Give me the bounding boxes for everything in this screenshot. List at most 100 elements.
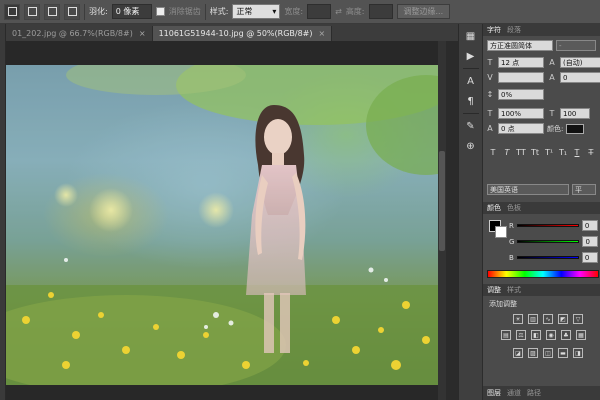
color-balance-icon[interactable]: ⚖ xyxy=(516,330,526,340)
tab-styles[interactable]: 样式 xyxy=(507,285,521,295)
color-spectrum[interactable] xyxy=(487,270,599,278)
channel-r-slider[interactable] xyxy=(516,224,579,227)
scale-h-icon: T xyxy=(549,109,555,118)
channel-g-input[interactable]: 0 xyxy=(582,236,599,247)
close-icon[interactable]: × xyxy=(139,29,146,38)
document-tab-label: 01_202.jpg @ 66.7%(RGB/8#) xyxy=(12,29,133,38)
gradient-map-icon[interactable]: ▬ xyxy=(558,348,568,358)
antialias-label: 消除锯齿 xyxy=(168,7,201,16)
paragraph-icon[interactable]: ¶ xyxy=(463,93,479,109)
document-tab-2[interactable]: 11061G51944-10.jpg @ 50%(RGB/8#) × xyxy=(152,26,333,41)
channel-b-label: B xyxy=(509,253,514,262)
vertical-scale-percent-input[interactable]: 0% xyxy=(498,89,544,100)
clone-source-icon[interactable]: ⊕ xyxy=(463,138,479,154)
color-lookup-icon[interactable]: ▦ xyxy=(576,330,586,340)
intersect-selection-icon xyxy=(67,7,77,16)
canvas-area[interactable] xyxy=(6,41,446,400)
vertical-scale-icon: ↕ xyxy=(486,90,494,99)
leading-input[interactable]: (自动) xyxy=(560,57,600,68)
character-icon[interactable]: A xyxy=(463,73,479,89)
style-select[interactable]: 正常 ▾ xyxy=(232,4,281,19)
curves-icon[interactable]: ∿ xyxy=(543,314,553,324)
scale-h-input[interactable]: 100 xyxy=(560,108,590,119)
scrollbar-thumb[interactable] xyxy=(439,151,445,251)
document-tab-1[interactable]: 01_202.jpg @ 66.7%(RGB/8#) × xyxy=(6,26,153,41)
background-color-swatch[interactable] xyxy=(495,226,507,238)
photo-artwork xyxy=(6,65,446,385)
scale-v-input[interactable]: 100% xyxy=(498,108,544,119)
invert-icon[interactable]: ◪ xyxy=(513,348,523,358)
exposure-icon[interactable]: ◩ xyxy=(558,314,568,324)
vibrance-icon[interactable]: ▽ xyxy=(573,314,583,324)
dock-separator xyxy=(462,113,479,114)
selective-color-icon[interactable]: ◨ xyxy=(573,348,583,358)
document-image[interactable] xyxy=(6,65,446,385)
tab-adjustments[interactable]: 调整 xyxy=(487,285,501,295)
intersect-selection-button[interactable] xyxy=(64,3,80,20)
layers-panel-tabs: 图层 通道 路径 xyxy=(483,386,600,400)
channel-g-label: G xyxy=(509,237,515,246)
hue-saturation-icon[interactable]: ▤ xyxy=(501,330,511,340)
height-input[interactable] xyxy=(368,4,393,19)
channel-b-slider[interactable] xyxy=(516,256,579,259)
color-panel-tabs: 颜色 色板 xyxy=(483,202,600,214)
document-tab-label: 11061G51944-10.jpg @ 50%(RGB/8#) xyxy=(158,29,313,38)
tab-paths[interactable]: 路径 xyxy=(527,388,541,398)
tab-channels[interactable]: 通道 xyxy=(507,388,521,398)
faux-italic-button[interactable]: T xyxy=(501,146,513,158)
actions-icon[interactable]: ▶ xyxy=(463,48,479,64)
add-adjustment-title: 添加调整 xyxy=(489,300,517,308)
baseline-input[interactable]: 0 点 xyxy=(498,123,544,134)
kerning-input[interactable] xyxy=(498,72,544,83)
antialias-method-select[interactable]: 平 xyxy=(572,184,596,195)
character-panel-tabs: 字符 段落 xyxy=(483,24,600,36)
history-icon[interactable]: ▦ xyxy=(463,28,479,44)
style-label: 样式: xyxy=(209,7,229,16)
tab-swatches[interactable]: 色板 xyxy=(507,203,521,213)
posterize-icon[interactable]: ▨ xyxy=(528,348,538,358)
channel-r-input[interactable]: 0 xyxy=(581,220,598,231)
refine-edge-button[interactable]: 调整边缘... xyxy=(396,4,451,19)
superscript-button[interactable]: T¹ xyxy=(543,146,555,158)
add-selection-button[interactable] xyxy=(24,3,40,20)
strikethrough-button[interactable]: T̶ xyxy=(585,146,597,158)
options-separator xyxy=(204,3,206,20)
swap-icon[interactable]: ⇄ xyxy=(335,7,342,16)
levels-icon[interactable]: ▥ xyxy=(528,314,538,324)
options-bar: 羽化: 0 像素 消除锯齿 样式: 正常 ▾ 宽度: ⇄ 高度: 调整边缘... xyxy=(0,0,600,24)
all-caps-button[interactable]: TT xyxy=(515,146,527,158)
font-size-input[interactable]: 12 点 xyxy=(498,57,544,68)
font-style-select[interactable]: - xyxy=(556,40,596,51)
tracking-input[interactable]: 0 xyxy=(560,72,600,83)
subtract-selection-button[interactable] xyxy=(44,3,60,20)
feather-label: 羽化: xyxy=(89,7,108,16)
brush-icon[interactable]: ✎ xyxy=(463,118,479,134)
text-color-swatch[interactable] xyxy=(566,123,585,134)
feather-input[interactable]: 0 像素 xyxy=(111,4,152,19)
tab-paragraph[interactable]: 段落 xyxy=(507,25,521,35)
channel-mixer-icon[interactable]: ♣ xyxy=(561,330,571,340)
width-input[interactable] xyxy=(307,4,332,19)
subscript-button[interactable]: T₁ xyxy=(557,146,569,158)
close-icon[interactable]: × xyxy=(319,29,326,38)
tab-character[interactable]: 字符 xyxy=(487,25,501,35)
channel-g-slider[interactable] xyxy=(517,240,580,243)
canvas-vertical-scrollbar[interactable] xyxy=(438,41,446,400)
width-label: 宽度: xyxy=(284,7,304,16)
language-select[interactable]: 美国英语 xyxy=(487,184,569,195)
tab-color[interactable]: 颜色 xyxy=(487,203,501,213)
font-family-select[interactable]: 方正准圆简体 xyxy=(487,40,553,51)
small-caps-button[interactable]: Tt xyxy=(529,146,541,158)
photo-filter-icon[interactable]: ◉ xyxy=(546,330,556,340)
tab-layers[interactable]: 图层 xyxy=(487,388,501,398)
black-white-icon[interactable]: ◧ xyxy=(531,330,541,340)
new-selection-button[interactable] xyxy=(4,3,20,20)
channel-b-input[interactable]: 0 xyxy=(581,252,598,263)
options-separator xyxy=(84,3,85,20)
brightness-icon[interactable]: ☀ xyxy=(513,314,523,324)
threshold-icon[interactable]: ◫ xyxy=(543,348,553,358)
underline-button[interactable]: T xyxy=(571,146,583,158)
antialias-checkbox[interactable] xyxy=(155,7,165,16)
font-size-icon: T xyxy=(487,58,493,67)
faux-bold-button[interactable]: T xyxy=(487,146,499,158)
